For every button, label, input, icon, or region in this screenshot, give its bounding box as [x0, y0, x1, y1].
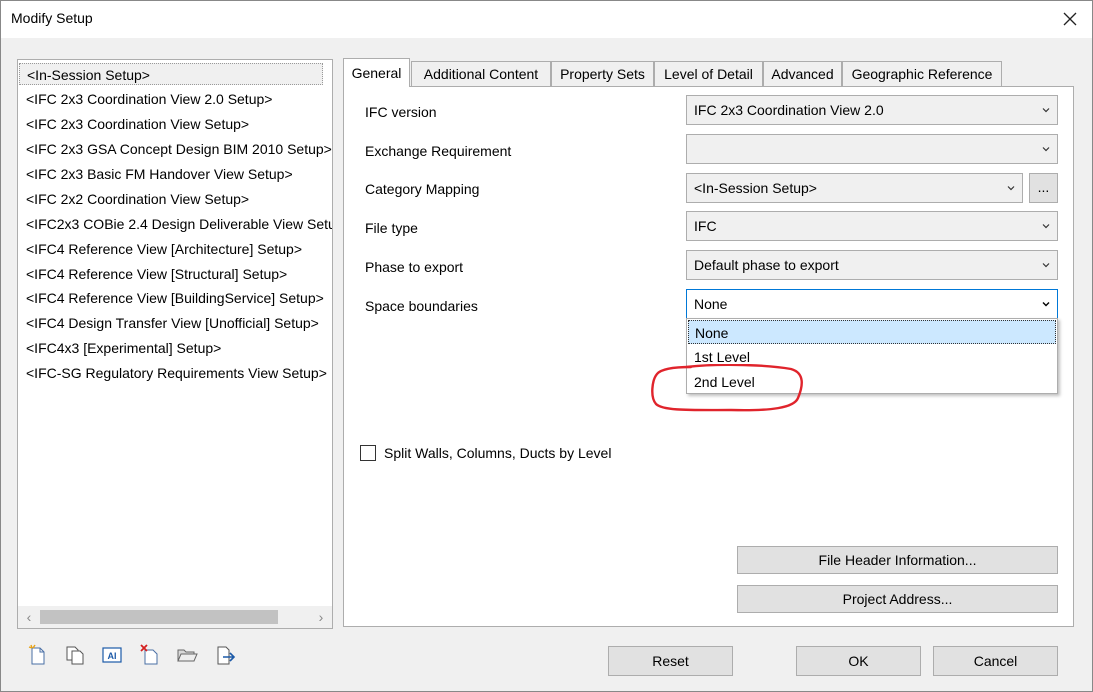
svg-text:AI: AI: [108, 651, 117, 661]
ifc-version-select[interactable]: IFC 2x3 Coordination View 2.0: [686, 95, 1058, 125]
reset-button[interactable]: Reset: [608, 646, 733, 676]
chevron-down-icon: [1042, 108, 1050, 113]
category-mapping-label: Category Mapping: [365, 181, 480, 197]
scrollbar-thumb[interactable]: [40, 610, 278, 624]
tab-property-sets[interactable]: Property Sets: [551, 61, 654, 86]
setup-item[interactable]: <IFC4 Reference View [BuildingService] S…: [26, 287, 324, 309]
space-boundaries-dropdown: None 1st Level 2nd Level: [686, 318, 1058, 394]
file-header-information-button[interactable]: File Header Information...: [737, 546, 1058, 574]
setup-list[interactable]: <In-Session Setup> <IFC 2x3 Coordination…: [17, 59, 333, 629]
setup-item[interactable]: <IFC 2x3 Basic FM Handover View Setup>: [26, 163, 293, 185]
duplicate-setup-icon[interactable]: [64, 644, 86, 666]
title-bar: Modify Setup: [0, 0, 1093, 38]
ifc-version-label: IFC version: [365, 104, 437, 120]
option-none[interactable]: None: [688, 320, 1056, 344]
setup-item[interactable]: <IFC4 Reference View [Architecture] Setu…: [26, 238, 302, 260]
setup-item[interactable]: <IFC4 Design Transfer View [Unofficial] …: [26, 312, 319, 334]
tab-additional-content[interactable]: Additional Content: [411, 61, 551, 86]
space-boundaries-select[interactable]: None: [686, 289, 1058, 319]
window-title: Modify Setup: [11, 10, 93, 26]
phase-select[interactable]: Default phase to export: [686, 250, 1058, 280]
space-boundaries-label: Space boundaries: [365, 298, 478, 314]
category-mapping-select[interactable]: <In-Session Setup>: [686, 173, 1023, 203]
tab-general[interactable]: General: [343, 58, 410, 87]
chevron-down-icon: [1007, 186, 1015, 191]
setup-item[interactable]: <IFC-SG Regulatory Requirements View Set…: [26, 362, 327, 384]
split-walls-label: Split Walls, Columns, Ducts by Level: [384, 445, 612, 461]
cancel-button[interactable]: Cancel: [933, 646, 1058, 676]
option-2nd-level[interactable]: 2nd Level: [688, 370, 1056, 394]
setup-item[interactable]: <IFC 2x3 Coordination View Setup>: [26, 113, 249, 135]
scroll-right-icon[interactable]: ›: [313, 608, 329, 626]
open-folder-icon[interactable]: [176, 644, 198, 666]
tab-geographic-reference[interactable]: Geographic Reference: [842, 61, 1002, 86]
file-type-label: File type: [365, 220, 418, 236]
category-mapping-browse-button[interactable]: ...: [1029, 173, 1058, 203]
setup-item-in-session[interactable]: <In-Session Setup>: [19, 63, 323, 85]
phase-label: Phase to export: [365, 259, 464, 275]
tab-level-of-detail[interactable]: Level of Detail: [654, 61, 763, 86]
ifc-version-value: IFC 2x3 Coordination View 2.0: [694, 102, 884, 118]
space-boundaries-value: None: [694, 296, 728, 312]
setup-item[interactable]: <IFC 2x3 Coordination View 2.0 Setup>: [26, 88, 272, 110]
delete-setup-icon[interactable]: [139, 644, 161, 666]
exchange-requirement-label: Exchange Requirement: [365, 143, 512, 159]
setup-item[interactable]: <IFC 2x2 Coordination View Setup>: [26, 188, 249, 210]
phase-value: Default phase to export: [694, 257, 839, 273]
close-icon[interactable]: [1057, 6, 1083, 32]
setup-item[interactable]: <IFC4x3 [Experimental] Setup>: [26, 337, 221, 359]
rename-setup-icon[interactable]: AI: [101, 644, 123, 666]
chevron-down-icon: [1042, 147, 1050, 152]
export-setup-icon[interactable]: [214, 644, 236, 666]
file-type-value: IFC: [694, 218, 717, 234]
chevron-down-icon: [1042, 302, 1050, 307]
project-address-button[interactable]: Project Address...: [737, 585, 1058, 613]
category-mapping-value: <In-Session Setup>: [694, 180, 817, 196]
option-1st-level[interactable]: 1st Level: [688, 345, 1056, 369]
chevron-down-icon: [1042, 224, 1050, 229]
setup-item[interactable]: <IFC 2x3 GSA Concept Design BIM 2010 Set…: [26, 138, 332, 160]
horizontal-scrollbar[interactable]: ‹ ›: [18, 606, 332, 628]
setup-item[interactable]: <IFC4 Reference View [Structural] Setup>: [26, 263, 287, 285]
tab-advanced[interactable]: Advanced: [763, 61, 842, 86]
exchange-requirement-select[interactable]: [686, 134, 1058, 164]
ok-button[interactable]: OK: [796, 646, 921, 676]
scroll-left-icon[interactable]: ‹: [21, 608, 37, 626]
split-walls-checkbox[interactable]: [360, 445, 376, 461]
new-setup-icon[interactable]: [27, 644, 49, 666]
file-type-select[interactable]: IFC: [686, 211, 1058, 241]
chevron-down-icon: [1042, 263, 1050, 268]
setup-item[interactable]: <IFC2x3 COBie 2.4 Design Deliverable Vie…: [26, 213, 332, 235]
